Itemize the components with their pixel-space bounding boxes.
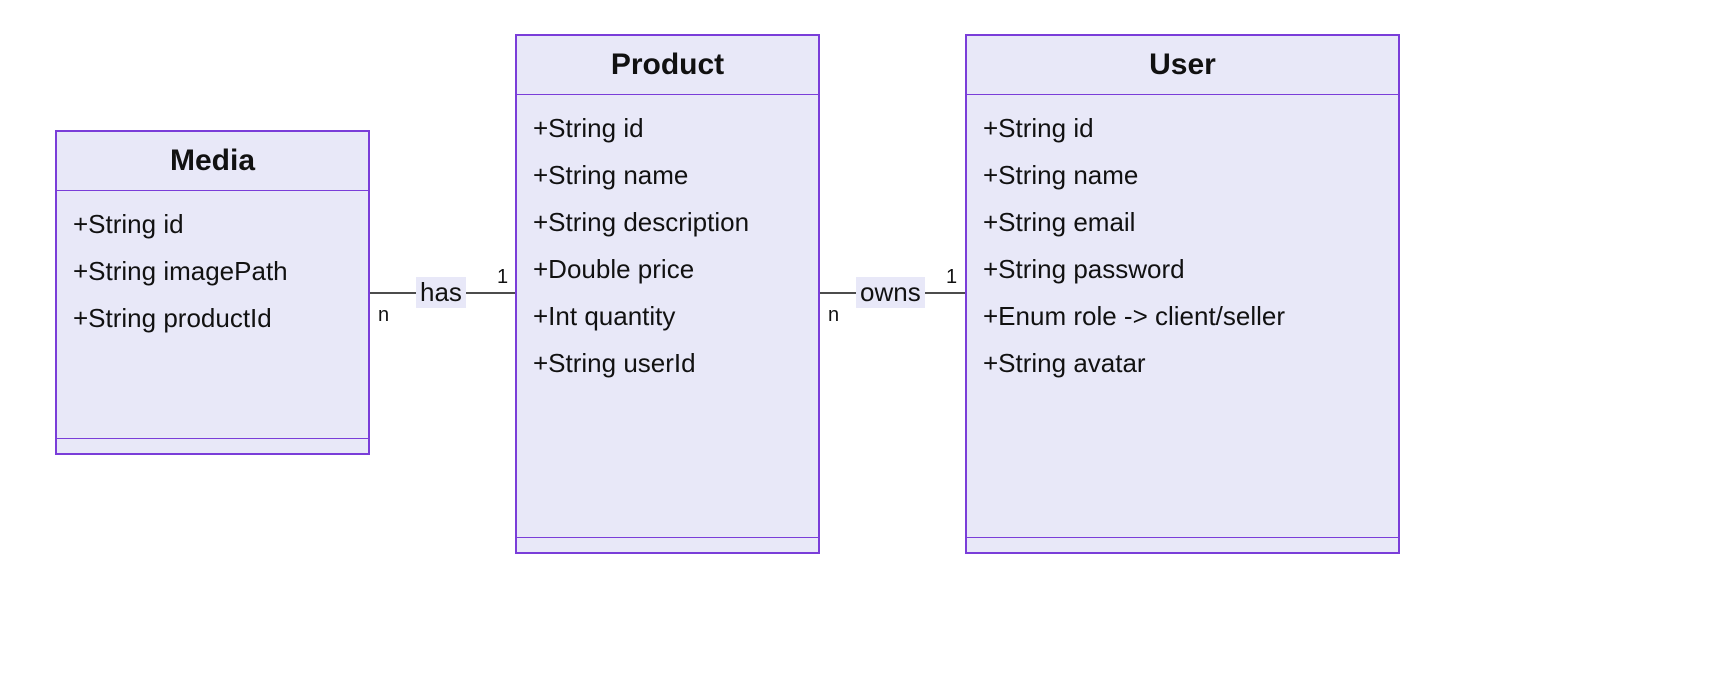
relation-has-label: has [416,277,466,308]
relation-owns-label: owns [856,277,925,308]
product-attr-2: +String description [533,199,802,246]
relation-owns-mult-left: n [828,304,839,327]
user-attr-0: +String id [983,105,1382,152]
class-user-title: User [967,36,1398,95]
class-media-footer [57,438,368,453]
class-product-body: +String id +String name +String descript… [517,95,818,537]
product-attr-1: +String name [533,152,802,199]
class-media: Media +String id +String imagePath +Stri… [55,130,370,455]
class-user: User +String id +String name +String ema… [965,34,1400,554]
user-attr-3: +String password [983,246,1382,293]
user-attr-2: +String email [983,199,1382,246]
class-user-body: +String id +String name +String email +S… [967,95,1398,537]
relation-has-mult-left: n [378,304,389,327]
relation-has-mult-right: 1 [497,266,508,289]
class-product: Product +String id +String name +String … [515,34,820,554]
product-attr-5: +String userId [533,340,802,387]
user-attr-1: +String name [983,152,1382,199]
class-media-title: Media [57,132,368,191]
user-attr-5: +String avatar [983,340,1382,387]
product-attr-0: +String id [533,105,802,152]
product-attr-4: +Int quantity [533,293,802,340]
relation-owns-mult-right: 1 [946,266,957,289]
media-attr-0: +String id [73,201,352,248]
media-attr-2: +String productId [73,295,352,342]
class-media-body: +String id +String imagePath +String pro… [57,191,368,438]
user-attr-4: +Enum role -> client/seller [983,293,1382,340]
class-user-footer [967,537,1398,552]
media-attr-1: +String imagePath [73,248,352,295]
class-product-title: Product [517,36,818,95]
class-product-footer [517,537,818,552]
product-attr-3: +Double price [533,246,802,293]
